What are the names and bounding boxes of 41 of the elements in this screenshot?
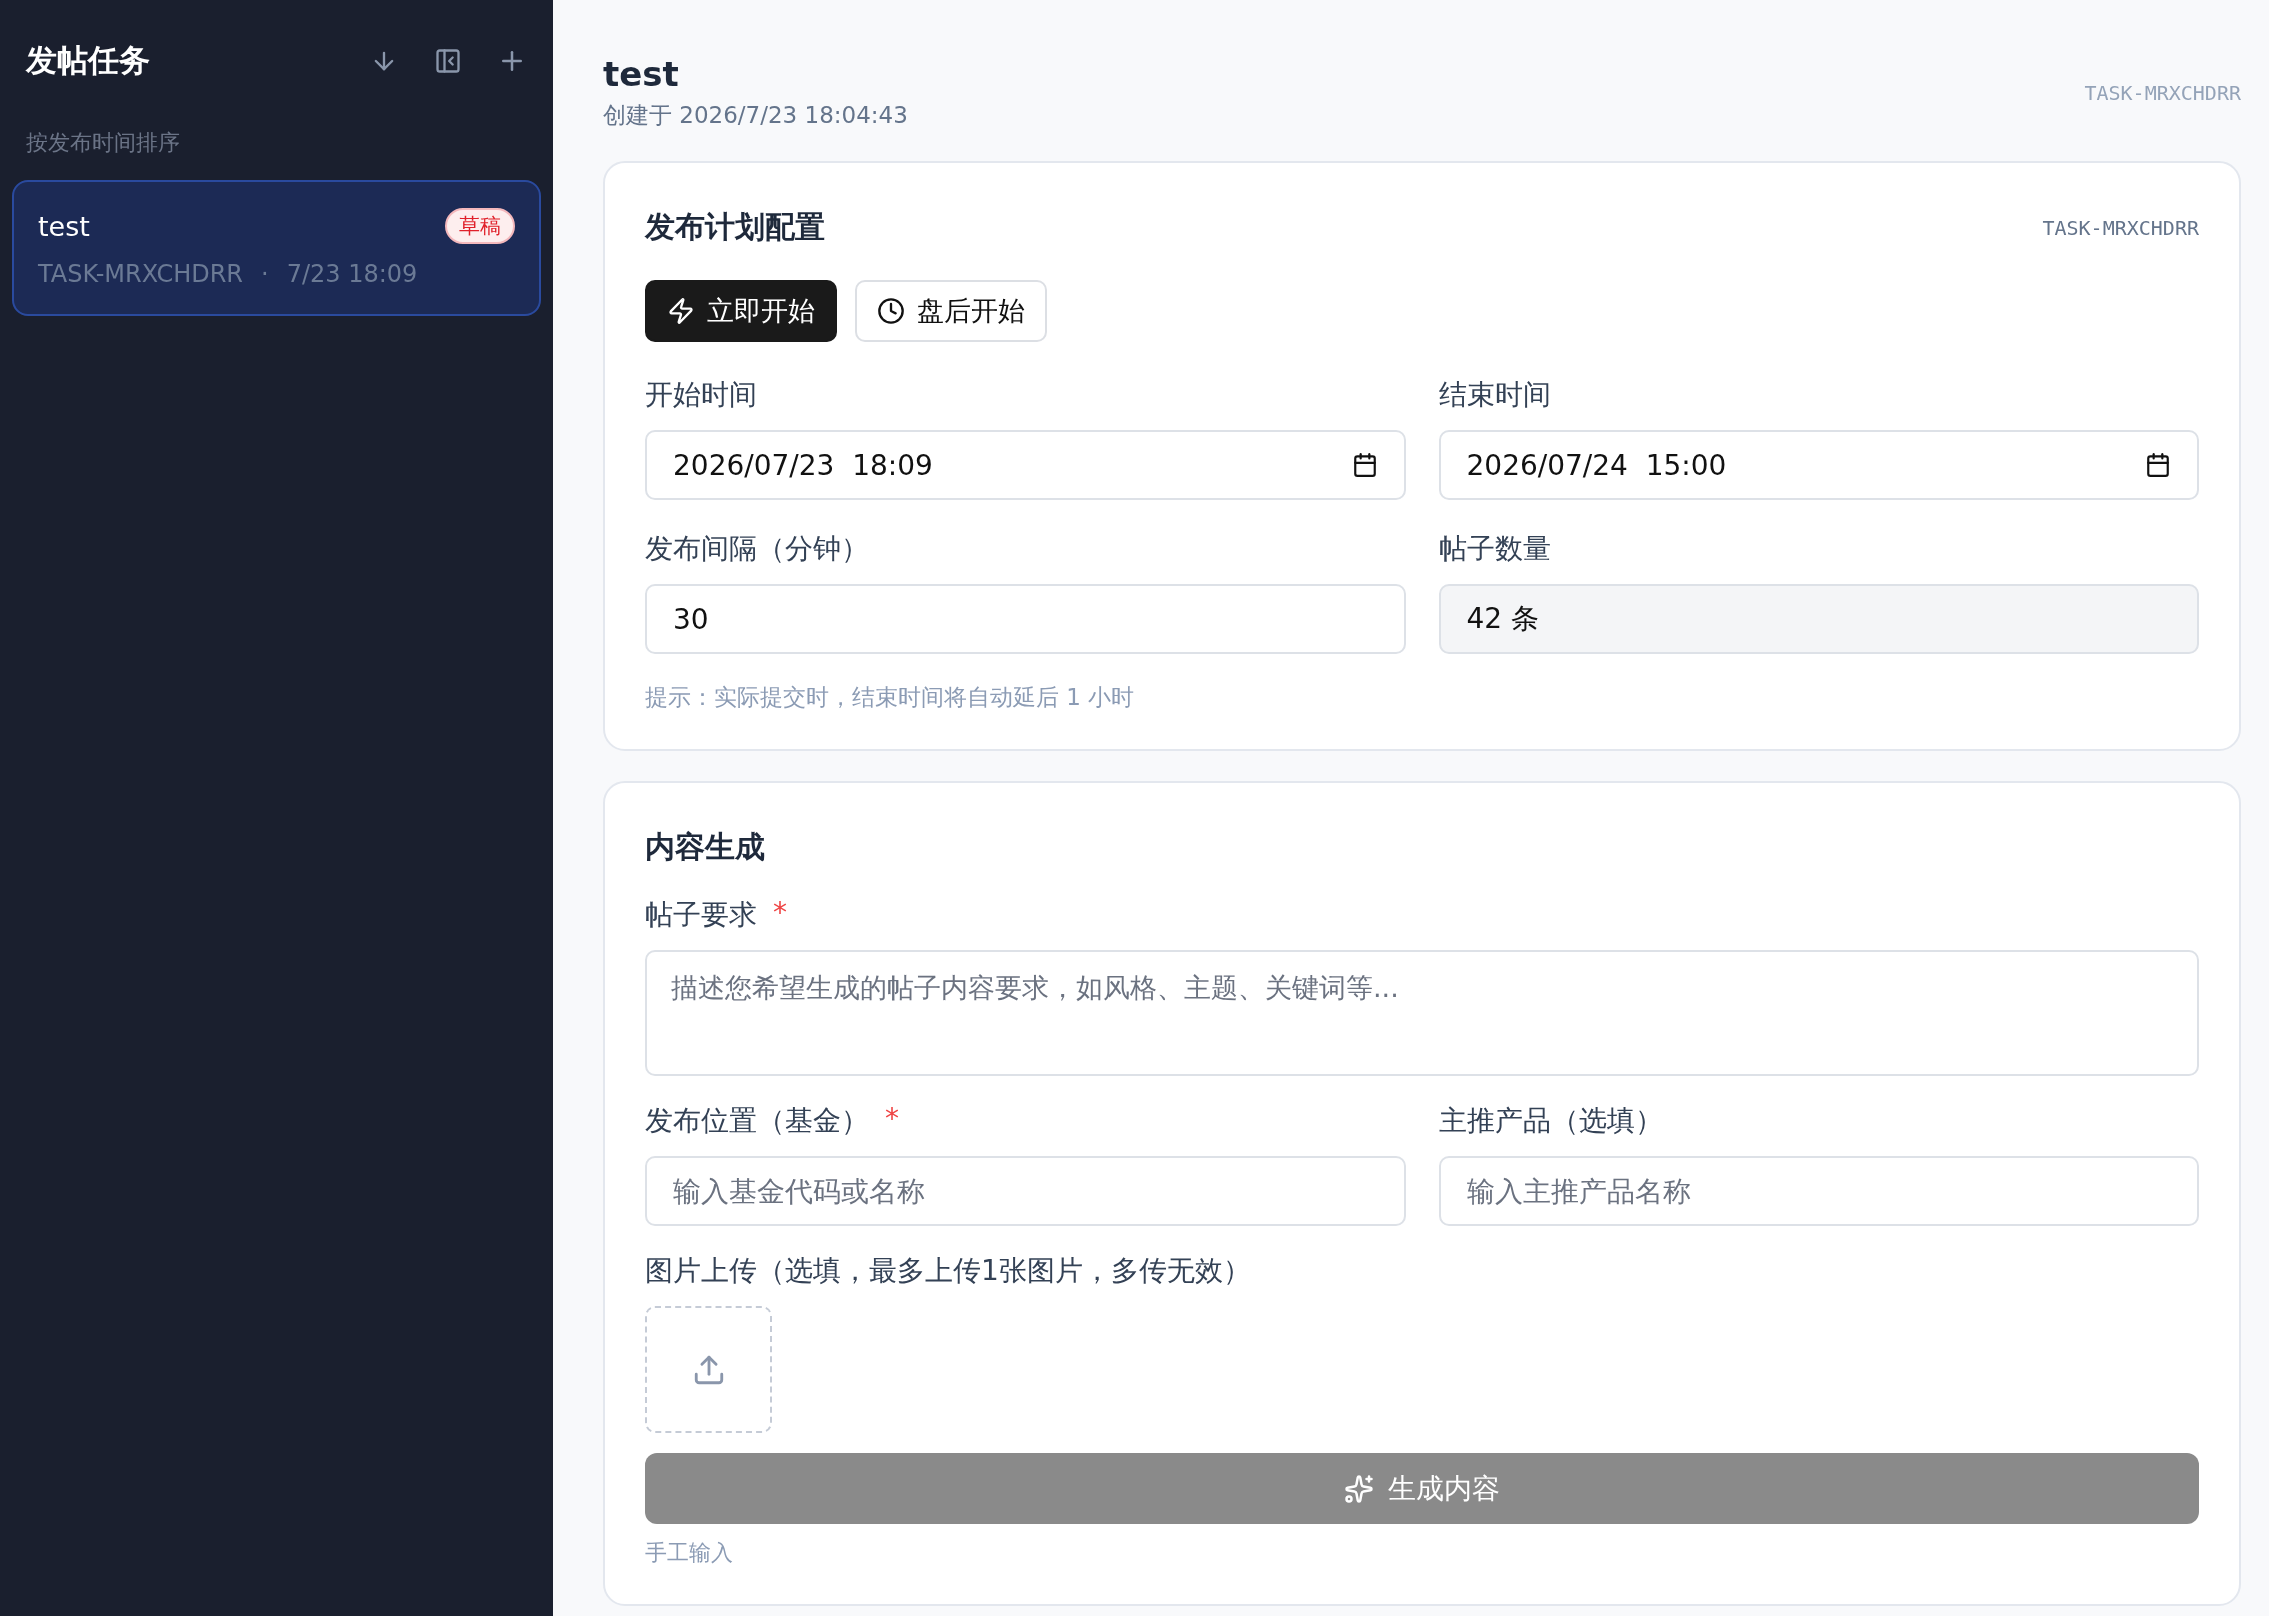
created-time: 创建于 2026/7/23 18:04:43: [603, 101, 908, 130]
required-mark: *: [885, 1102, 899, 1137]
card-title: 内容生成: [645, 828, 766, 866]
clock-icon: [877, 297, 905, 325]
requirement-textarea[interactable]: 描述您希望生成的帖子内容要求，如风格、主题、关键词等...: [645, 950, 2199, 1076]
sort-label: 按发布时间排序: [25, 129, 181, 157]
calendar-icon[interactable]: [2145, 452, 2171, 478]
collapse-panel-button[interactable]: [433, 46, 463, 76]
task-id: TASK-MRXCHDRR: [38, 260, 244, 288]
field-label: 帖子数量: [1438, 531, 1551, 567]
field-label: 结束时间: [1438, 377, 1551, 413]
input-field[interactable]: 输入主推产品名称: [1438, 1156, 2199, 1226]
hint-text: 提示：实际提交时，结束时间将自动延后 1 小时: [645, 683, 1136, 712]
input-field[interactable]: 输入基金代码或名称: [645, 1156, 1406, 1226]
calendar-icon[interactable]: [1351, 452, 1378, 478]
start-mode-button[interactable]: 盘后开始: [855, 280, 1047, 342]
required-mark: *: [773, 896, 787, 931]
task-id: TASK-MRXCHDRR: [2042, 215, 2199, 240]
separator-dot: ·: [261, 260, 269, 288]
field-label: 发布间隔（分钟）: [645, 531, 869, 567]
card-title: 发布计划配置: [645, 208, 825, 246]
datetime-field[interactable]: 2026/07/24 15:00: [1438, 430, 2199, 500]
field-label: 开始时间: [645, 377, 757, 413]
field-label: 图片上传（选填，最多上传1张图片，多传无效）: [645, 1253, 1251, 1289]
datetime-field[interactable]: 2026/07/23 18:09: [645, 430, 1406, 500]
start-mode-button[interactable]: 立即开始: [645, 280, 837, 342]
field-label: 发布位置（基金）: [645, 1103, 869, 1139]
field-label: 主推产品（选填）: [1438, 1103, 1663, 1139]
number-field[interactable]: 30: [645, 584, 1406, 654]
task-time: 7/23 18:09: [286, 260, 418, 288]
task-id: TASK-MRXCHDRR: [2084, 80, 2241, 105]
task-title: test: [38, 210, 90, 242]
field-label: 帖子要求: [645, 897, 757, 933]
sidebar-title: 发帖任务: [26, 41, 151, 80]
sparkle-icon: [1344, 1473, 1374, 1504]
readonly-field[interactable]: 42 条: [1438, 584, 2199, 654]
manual-input-label: 手工输入: [645, 1539, 734, 1567]
task-heading: test: [603, 54, 680, 94]
lightning-icon: [667, 297, 695, 325]
task-card[interactable]: test 草稿 TASK-MRXCHDRR · 7/23 18:09: [12, 180, 541, 316]
status-badge: 草稿: [445, 208, 515, 244]
